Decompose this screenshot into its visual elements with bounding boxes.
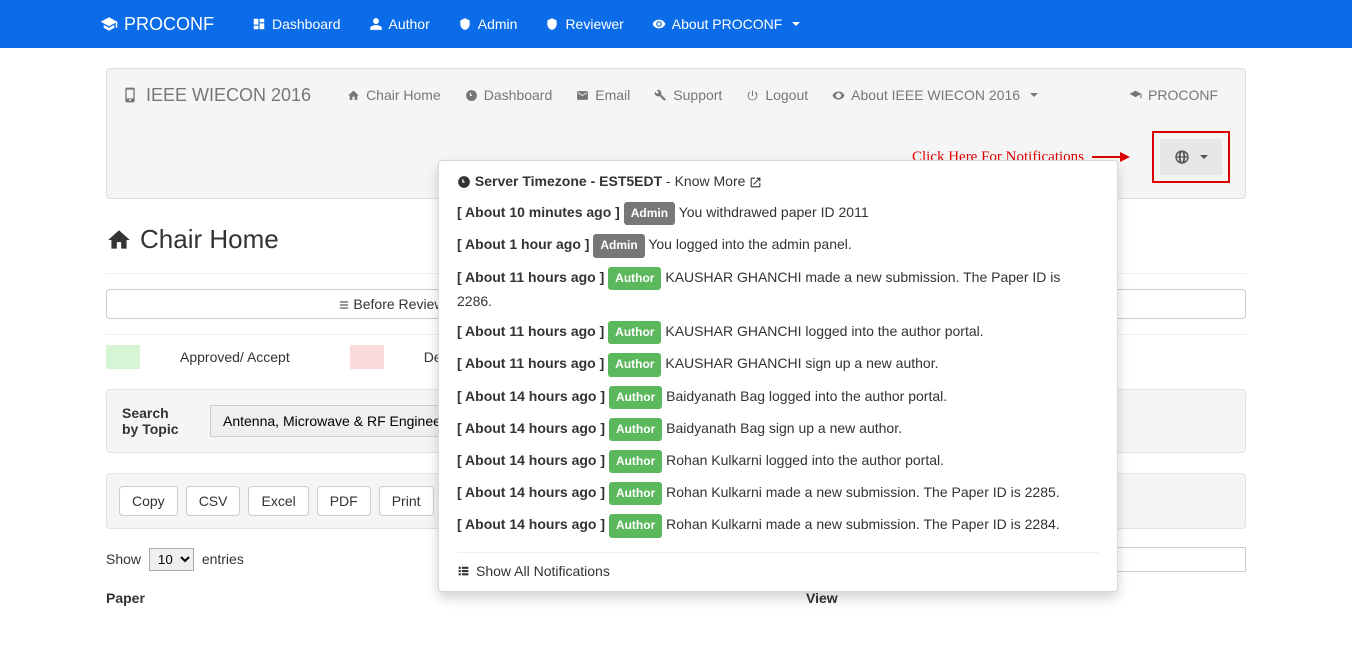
notification-item[interactable]: [ About 11 hours ago ] Author KAUSHAR GH… <box>457 348 1099 380</box>
legend-declined: Decl <box>350 345 452 369</box>
graduation-cap-icon <box>100 15 118 33</box>
notifications-dropdown: Server Timezone - EST5EDT - Know More [ … <box>438 160 1118 592</box>
notification-item[interactable]: [ About 1 hour ago ] Admin You logged in… <box>457 229 1099 261</box>
sub-nav: IEEE WIECON 2016 Chair Home Dashboard Em… <box>107 69 1245 121</box>
caret-down-icon <box>792 22 800 26</box>
page-length: Show 10 entries <box>106 548 244 571</box>
brand-text: PROCONF <box>124 14 214 35</box>
nav-about[interactable]: About PROCONF <box>638 2 814 46</box>
brand[interactable]: PROCONF <box>100 14 214 35</box>
show-all-notifications[interactable]: Show All Notifications <box>457 552 1099 579</box>
caret-down-icon <box>1200 155 1208 159</box>
notification-item[interactable]: [ About 14 hours ago ] Author Baidyanath… <box>457 381 1099 413</box>
graduation-cap-icon <box>1129 89 1142 102</box>
eye-icon <box>832 89 845 102</box>
phone-icon <box>122 87 138 103</box>
notification-item[interactable]: [ About 11 hours ago ] Author KAUSHAR GH… <box>457 316 1099 348</box>
dashboard-icon <box>252 17 266 31</box>
clock-icon <box>457 175 471 189</box>
subnav-proconf[interactable]: PROCONF <box>1117 81 1230 109</box>
eye-icon <box>652 17 666 31</box>
arrow-icon <box>1092 156 1128 158</box>
nav-admin[interactable]: Admin <box>444 2 532 46</box>
nav-author[interactable]: Author <box>355 2 444 46</box>
subnav-dashboard[interactable]: Dashboard <box>453 81 565 109</box>
power-icon <box>746 89 759 102</box>
globe-icon <box>1174 149 1190 165</box>
subnav-email[interactable]: Email <box>564 81 642 109</box>
dropdown-header: Server Timezone - EST5EDT - Know More <box>457 173 1099 189</box>
export-copy[interactable]: Copy <box>119 486 178 516</box>
page-length-select[interactable]: 10 <box>149 548 194 571</box>
export-csv[interactable]: CSV <box>186 486 241 516</box>
notifications-button[interactable] <box>1160 139 1222 175</box>
top-nav: PROCONF Dashboard Author Admin Reviewer … <box>0 0 1352 48</box>
export-excel[interactable]: Excel <box>248 486 308 516</box>
admin-icon <box>458 17 472 31</box>
export-print[interactable]: Print <box>379 486 434 516</box>
notification-item[interactable]: [ About 10 minutes ago ] Admin You withd… <box>457 197 1099 229</box>
swatch-declined <box>350 345 384 369</box>
user-icon <box>369 17 383 31</box>
col-view: View <box>806 590 838 606</box>
caret-down-icon <box>1030 93 1038 97</box>
clock-icon <box>465 89 478 102</box>
notification-item[interactable]: [ About 11 hours ago ] Author KAUSHAR GH… <box>457 262 1099 317</box>
col-paper: Paper <box>106 590 806 606</box>
list-icon <box>457 564 470 577</box>
conference-brand[interactable]: IEEE WIECON 2016 <box>122 85 311 106</box>
notification-item[interactable]: [ About 14 hours ago ] Author Rohan Kulk… <box>457 477 1099 509</box>
home-icon <box>347 89 360 102</box>
envelope-icon <box>576 89 589 102</box>
wrench-icon <box>654 89 667 102</box>
legend-approved: Approved/ Accept <box>106 345 290 369</box>
subnav-chair-home[interactable]: Chair Home <box>335 81 453 109</box>
swatch-approved <box>106 345 140 369</box>
nav-dashboard[interactable]: Dashboard <box>238 2 355 46</box>
export-pdf[interactable]: PDF <box>317 486 371 516</box>
notification-item[interactable]: [ About 14 hours ago ] Author Rohan Kulk… <box>457 445 1099 477</box>
notification-highlight-box <box>1152 131 1230 183</box>
subnav-about-conf[interactable]: About IEEE WIECON 2016 <box>820 81 1050 109</box>
notification-item[interactable]: [ About 14 hours ago ] Author Baidyanath… <box>457 413 1099 445</box>
external-link-icon[interactable] <box>749 176 762 189</box>
home-icon <box>106 227 132 253</box>
search-topic-label: Search by Topic <box>122 405 182 437</box>
subnav-logout[interactable]: Logout <box>734 81 820 109</box>
list-icon <box>338 299 350 311</box>
nav-reviewer[interactable]: Reviewer <box>531 2 637 46</box>
reviewer-icon <box>545 17 559 31</box>
subnav-support[interactable]: Support <box>642 81 734 109</box>
notification-item[interactable]: [ About 14 hours ago ] Author Rohan Kulk… <box>457 509 1099 541</box>
